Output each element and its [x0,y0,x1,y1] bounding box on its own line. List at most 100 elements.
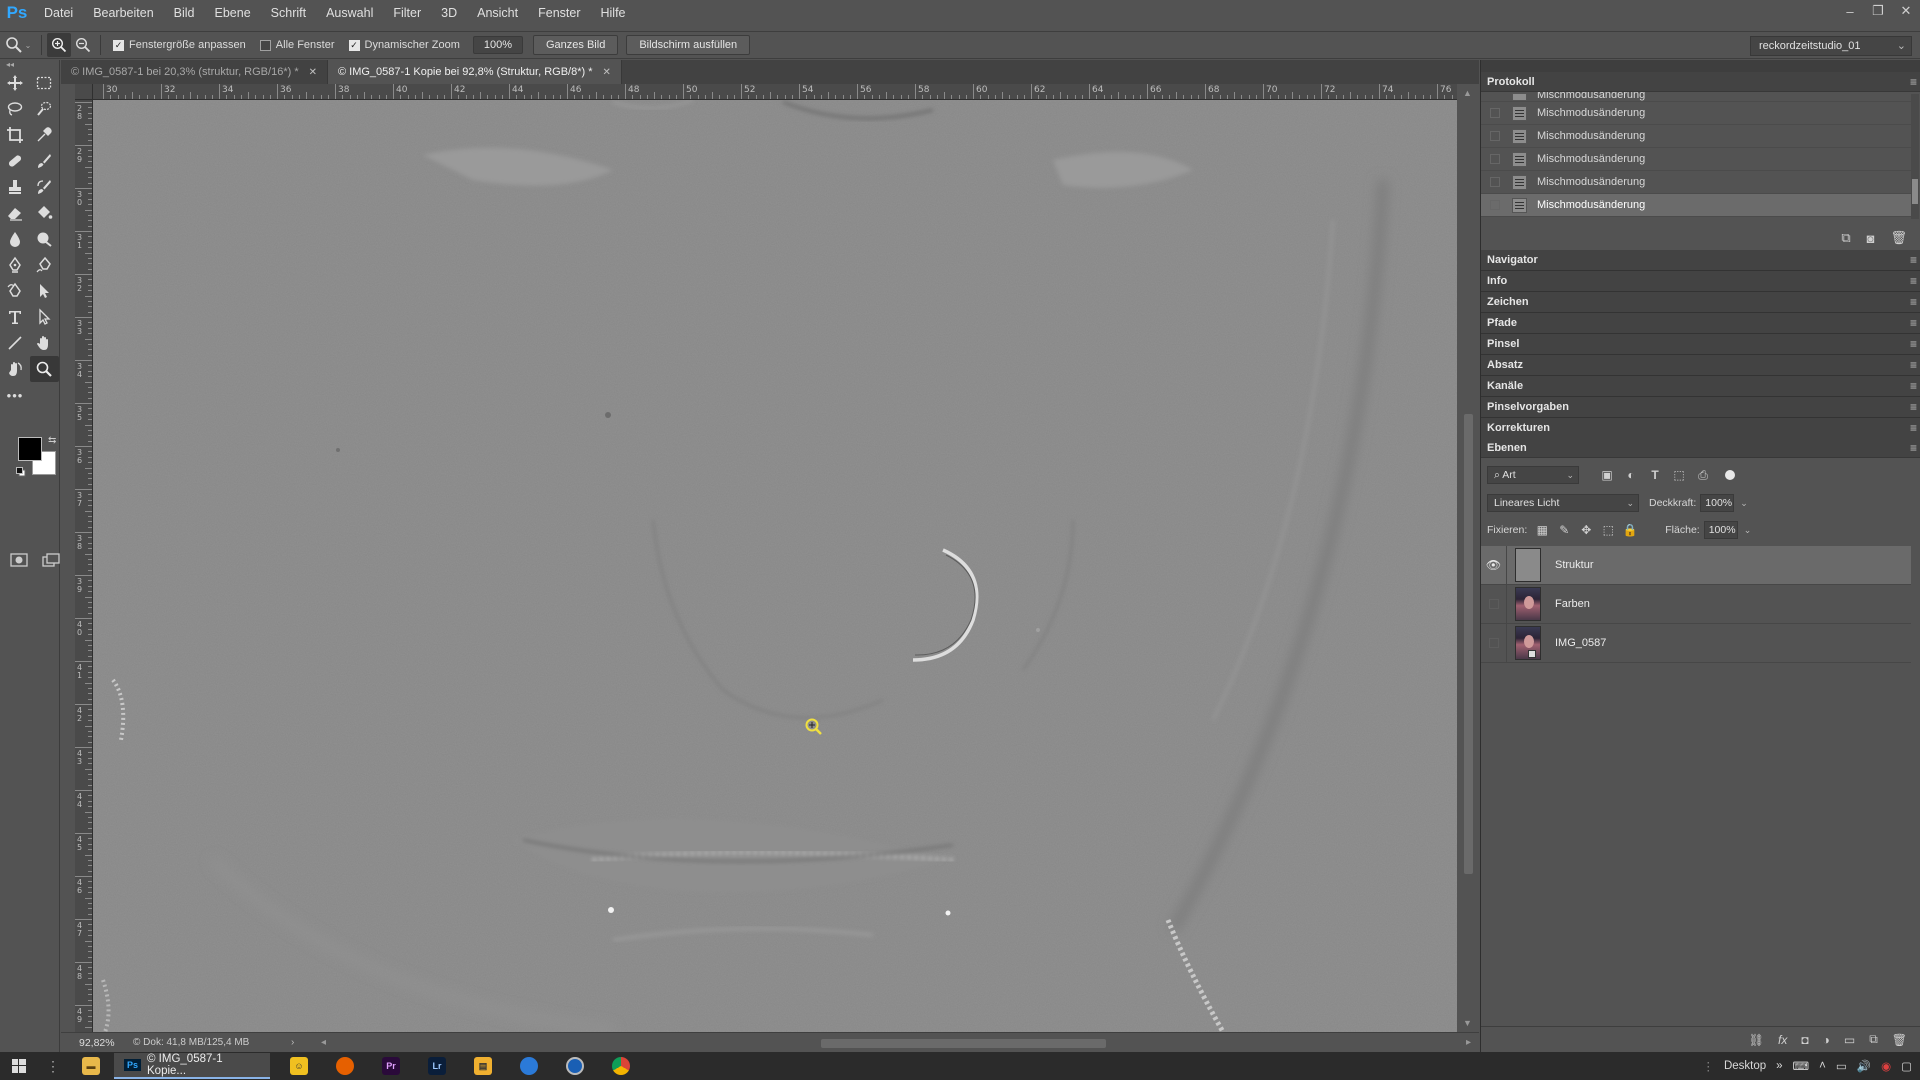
smart-object-filter-icon[interactable]: ⎙ [1691,466,1715,484]
character-panel-header[interactable]: Zeichen ≡ [1481,292,1920,313]
app-icon-2[interactable]: ▤ [460,1052,506,1080]
horizontal-ruler[interactable]: 30 32 34 36 38 40 42 44 46 48 50 52 54 56 58 60 62 64 66 68… [93,84,1457,100]
chrome-icon[interactable] [598,1052,644,1080]
chevron-right-icon[interactable]: » [1776,1060,1782,1072]
lock-transparency-icon[interactable]: ▦ [1531,521,1553,539]
layer-style-fx-icon[interactable]: fx [1778,1033,1787,1047]
show-hidden-icons[interactable]: ˄ [1819,1060,1826,1072]
scroll-right-icon[interactable]: ▸ [1466,1037,1471,1048]
volume-icon[interactable]: 🔊 [1857,1059,1871,1073]
list-item[interactable]: Mischmodusänderung [1481,148,1911,171]
layer-row-struktur[interactable]: 👁 Struktur [1481,545,1911,585]
scrubby-zoom-checkbox[interactable]: ✓ Dynamischer Zoom [348,39,460,51]
snapshot-marker[interactable] [1490,154,1500,164]
app-icon-1[interactable]: ☺ [276,1052,322,1080]
notification-icon[interactable]: ▢ [1901,1059,1912,1073]
panel-menu-icon[interactable]: ≡ [1910,421,1917,435]
path-selection-tool-icon[interactable] [30,278,60,304]
brush-panel-header[interactable]: Pinsel ≡ [1481,334,1920,355]
foreground-color[interactable] [18,437,42,461]
dock-grip[interactable] [1481,60,1920,72]
status-menu-arrow[interactable]: › [291,1037,294,1048]
checkbox-box[interactable]: ✓ [113,39,124,51]
rotate-view-tool-icon[interactable] [0,356,30,382]
menu-bild[interactable]: Bild [164,0,205,26]
menu-schrift[interactable]: Schrift [261,0,316,26]
swap-colors-icon[interactable]: ⇆ [48,435,56,446]
curvature-pen-tool-icon[interactable] [0,278,30,304]
lock-artboard-icon[interactable]: ⬚ [1597,521,1619,539]
info-panel-header[interactable]: Info ≡ [1481,271,1920,292]
eraser-tool-icon[interactable] [0,200,30,226]
opacity-field[interactable]: 100% [1700,494,1735,512]
panel-menu-icon[interactable]: ≡ [1910,316,1917,330]
list-item[interactable]: Mischmodusänderung [1481,92,1911,102]
fit-screen-button[interactable]: Ganzes Bild [533,35,619,55]
panel-menu-icon[interactable]: ≡ [1910,75,1917,89]
scroll-down-icon[interactable]: ▼ [1463,1018,1472,1028]
screen-mode-icon[interactable] [42,552,60,568]
app-icon-4[interactable] [552,1052,598,1080]
panel-menu-icon[interactable]: ≡ [1910,441,1917,455]
link-layers-icon[interactable]: ⛓ [1749,1033,1764,1047]
healing-brush-tool-icon[interactable] [0,148,30,174]
direct-selection-tool-icon[interactable] [30,304,60,330]
zoom-out-button[interactable] [71,33,95,57]
visibility-toggle[interactable]: 👁 [1481,545,1507,585]
blend-mode-select[interactable]: Lineares Licht ⌄ [1487,494,1639,512]
layer-name[interactable]: Struktur [1555,559,1594,571]
network-icon[interactable]: ▭ [1836,1059,1847,1073]
new-layer-icon[interactable]: ⧉ [1869,1032,1878,1047]
paint-bucket-tool-icon[interactable] [30,200,60,226]
navigator-panel-header[interactable]: Navigator ≡ [1481,250,1920,271]
zoom-tool-icon[interactable] [29,356,59,382]
desktop-toolbar-label[interactable]: Desktop [1724,1060,1766,1072]
fill-field[interactable]: 100% [1703,521,1738,539]
premiere-icon[interactable]: Pr [368,1052,414,1080]
camera-icon[interactable]: ◙ [1867,231,1875,246]
keyboard-icon[interactable]: ⌨ [1793,1059,1810,1073]
lock-all-icon[interactable]: 🔒 [1619,521,1641,539]
blur-tool-icon[interactable] [0,226,30,252]
taskbar-photoshop-window[interactable]: Ps © IMG_0587-1 Kopie... [114,1053,270,1079]
menu-hilfe[interactable]: Hilfe [591,0,636,26]
layer-row-img-0587[interactable]: IMG_0587 [1481,623,1911,663]
snapshot-marker[interactable] [1490,200,1500,210]
scroll-up-icon[interactable]: ▲ [1463,88,1472,98]
type-tool-icon[interactable] [0,304,30,330]
windows-start-icon[interactable] [0,1052,38,1080]
history-panel-header[interactable]: Protokoll ≡ [1481,72,1920,92]
trash-icon[interactable]: 🗑 [1890,230,1907,246]
trash-icon[interactable]: 🗑 [1892,1033,1907,1047]
more-tools-icon[interactable]: ••• [0,382,30,408]
eyedropper-tool-icon[interactable] [30,122,60,148]
menu-ebene[interactable]: Ebene [205,0,261,26]
quick-mask-icon[interactable] [10,552,28,568]
snapshot-marker[interactable] [1490,177,1500,187]
new-group-folder-icon[interactable]: ▭ [1844,1033,1855,1047]
adjustment-layer-filter-icon[interactable]: ◐ [1619,466,1643,484]
panel-menu-icon[interactable]: ≡ [1910,379,1917,393]
panel-menu-icon[interactable]: ≡ [1910,400,1917,414]
list-item[interactable]: Mischmodusänderung [1481,194,1911,217]
list-item[interactable]: Mischmodusänderung [1481,102,1911,125]
close-icon[interactable]: ✕ [309,67,317,78]
history-scrollbar[interactable] [1911,94,1919,219]
dodge-tool-icon[interactable] [30,226,60,252]
zoom-level[interactable]: 92,82% [61,1037,121,1049]
adjustments-panel-header[interactable]: Korrekturen ≡ [1481,418,1920,439]
adjustment-layer-icon[interactable]: ◑ [1823,1033,1830,1047]
filter-toggle-icon[interactable] [1725,470,1735,480]
resize-windows-checkbox[interactable]: ✓ Fenstergröße anpassen [113,39,246,51]
scrollbar-thumb[interactable] [1912,179,1918,204]
hand-tool-icon[interactable] [30,330,60,356]
panel-menu-icon[interactable]: ≡ [1910,337,1917,351]
checkbox-box[interactable] [259,39,271,51]
panel-menu-icon[interactable]: ≡ [1910,274,1917,288]
freeform-pen-tool-icon[interactable] [30,252,60,278]
snapshot-marker[interactable] [1490,131,1500,141]
app-icon-3[interactable] [506,1052,552,1080]
tool-preset-picker[interactable]: ⌄ [0,32,36,58]
zoom-in-button[interactable] [47,33,71,57]
scrollbar-thumb[interactable] [1464,414,1473,874]
